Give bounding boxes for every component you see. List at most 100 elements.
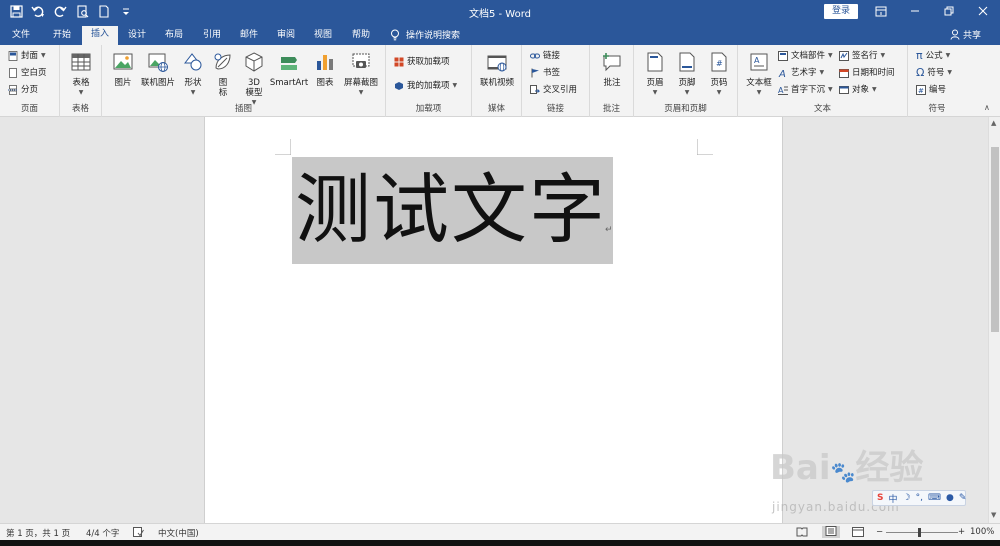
tab-design[interactable]: 设计: [122, 27, 152, 45]
group-media-label: 媒体: [487, 104, 505, 114]
ribbon-display-options-icon[interactable]: [870, 2, 892, 20]
shapes-button[interactable]: 形状 ▼: [178, 51, 208, 98]
online-picture-icon: [148, 53, 168, 72]
footer-button[interactable]: 页脚 ▼: [672, 51, 702, 98]
ime-punct-icon[interactable]: °,: [916, 493, 923, 503]
group-pages: 封面 ▼ 空白页 分页 页面: [0, 45, 60, 117]
login-button[interactable]: 登录: [824, 4, 858, 19]
svg-text:A: A: [778, 69, 786, 78]
get-addins-button[interactable]: 获取加载项: [394, 55, 450, 69]
page-number-icon: #: [711, 52, 727, 72]
equation-button[interactable]: π 公式 ▼: [916, 49, 950, 63]
ime-wrench-icon[interactable]: ✎: [959, 493, 967, 503]
restore-icon[interactable]: [938, 2, 960, 20]
tab-home[interactable]: 开始: [46, 27, 78, 45]
quick-parts-button[interactable]: 文档部件 ▼: [778, 49, 833, 63]
page-break-button[interactable]: 分页: [8, 83, 38, 97]
group-header-footer-label: 页眉和页脚: [664, 104, 707, 114]
scroll-up-icon[interactable]: ▲: [991, 119, 996, 127]
scroll-thumb[interactable]: [991, 147, 999, 332]
tab-layout[interactable]: 布局: [158, 27, 190, 45]
group-text-label: 文本: [813, 104, 831, 114]
tab-view[interactable]: 视图: [307, 27, 339, 45]
tab-references[interactable]: 引用: [196, 27, 228, 45]
ime-toolbar[interactable]: S 中 ☽ °, ⌨ ● ✎: [872, 490, 966, 506]
smartart-icon: [281, 57, 297, 70]
screenshot-button[interactable]: 屏幕截图 ▼: [340, 51, 382, 98]
zoom-out-icon[interactable]: −: [876, 527, 883, 537]
zoom-level[interactable]: 100%: [970, 527, 994, 537]
3d-models-button[interactable]: 3D 模型 ▼: [240, 51, 268, 108]
group-illustrations: 图片 联机图片 形状 ▼ 图 标 3D 模型 ▼ SmartArt 图表 屏幕截…: [102, 45, 386, 117]
tab-help[interactable]: 帮助: [345, 27, 377, 45]
vertical-scrollbar[interactable]: ▲ ▼: [988, 117, 1000, 523]
minimize-icon[interactable]: [904, 2, 926, 20]
scroll-down-icon[interactable]: ▼: [991, 511, 996, 519]
group-illustrations-label: 插图: [234, 104, 252, 114]
crop-mark-top-left: [275, 139, 291, 155]
collapse-ribbon-icon[interactable]: ∧: [984, 103, 990, 112]
cross-reference-button[interactable]: 交叉引用: [530, 83, 577, 97]
chart-button[interactable]: 图表: [312, 51, 338, 88]
tab-file[interactable]: 文件: [6, 27, 36, 45]
ribbon-tab-bar: 文件 开始 插入 设计 布局 引用 邮件 审阅 视图 帮助 操作说明搜索 共享: [0, 24, 1000, 45]
pi-icon: π: [916, 49, 923, 62]
cube-icon: [245, 52, 263, 72]
zoom-slider[interactable]: [886, 532, 958, 533]
header-button[interactable]: 页眉 ▼: [640, 51, 670, 98]
ime-moon-icon[interactable]: ☽: [903, 493, 911, 503]
blank-page-button[interactable]: 空白页: [8, 66, 47, 80]
smartart-button[interactable]: SmartArt: [268, 51, 310, 88]
cover-page-icon: [8, 51, 18, 61]
ime-user-icon[interactable]: ●: [946, 493, 954, 503]
quick-parts-icon: [778, 51, 788, 61]
ime-keyboard-icon[interactable]: ⌨: [928, 493, 941, 503]
screenshot-icon: [352, 53, 370, 68]
word-count[interactable]: 4/4 个字: [86, 527, 119, 539]
share-button[interactable]: 共享: [950, 28, 981, 41]
online-video-button[interactable]: 联机视频: [476, 51, 518, 88]
signature-line-button[interactable]: 签名行 ▼: [839, 49, 885, 63]
document-page[interactable]: 测试文字 ↵: [204, 117, 783, 523]
page-count[interactable]: 第 1 页，共 1 页: [6, 527, 70, 539]
picture-icon: [113, 53, 133, 70]
online-picture-button[interactable]: 联机图片: [138, 51, 178, 88]
object-button[interactable]: 对象 ▼: [839, 83, 877, 97]
read-mode-icon[interactable]: [796, 527, 808, 540]
picture-button[interactable]: 图片: [108, 51, 138, 88]
bookmark-button[interactable]: 书签: [530, 66, 560, 80]
group-media: 联机视频 媒体: [472, 45, 522, 117]
tell-me-search[interactable]: 操作说明搜索: [390, 28, 460, 41]
my-addins-button[interactable]: 我的加载项 ▼: [394, 79, 457, 93]
web-layout-icon[interactable]: [852, 527, 864, 540]
ime-mode[interactable]: 中: [888, 492, 897, 505]
tab-insert[interactable]: 插入: [82, 26, 118, 45]
zoom-slider-handle[interactable]: [918, 528, 921, 537]
cover-page-button[interactable]: 封面 ▼: [8, 49, 46, 63]
tab-mailings[interactable]: 邮件: [233, 27, 265, 45]
group-tables-label: 表格: [71, 104, 89, 114]
icons-button[interactable]: 图 标: [210, 51, 236, 98]
table-button[interactable]: 表格 ▼: [66, 51, 96, 98]
shapes-icon: [183, 53, 202, 71]
my-addins-icon: [395, 82, 403, 90]
page-number-button[interactable]: # 页码 ▼: [704, 51, 734, 98]
link-icon: [530, 53, 540, 59]
proofing-icon[interactable]: [133, 527, 144, 540]
ime-logo-icon: S: [877, 493, 884, 503]
print-layout-icon[interactable]: [822, 526, 840, 538]
zoom-in-icon[interactable]: +: [958, 527, 965, 537]
new-comment-button[interactable]: 批注: [596, 51, 628, 88]
signature-icon: [839, 51, 849, 61]
document-text[interactable]: 测试文字: [295, 165, 607, 255]
drop-cap-button[interactable]: A 首字下沉 ▼: [778, 83, 833, 97]
textbox-button[interactable]: A 文本框 ▼: [742, 51, 776, 98]
close-icon[interactable]: [972, 2, 994, 20]
date-time-button[interactable]: 日期和时间: [839, 66, 895, 80]
link-button[interactable]: 链接: [530, 49, 560, 63]
tab-review[interactable]: 审阅: [270, 27, 302, 45]
number-button[interactable]: # 编号: [916, 83, 946, 97]
language-indicator[interactable]: 中文(中国): [158, 527, 199, 539]
symbol-button[interactable]: Ω 符号 ▼: [916, 66, 952, 80]
wordart-button[interactable]: A 艺术字 ▼: [778, 66, 824, 80]
